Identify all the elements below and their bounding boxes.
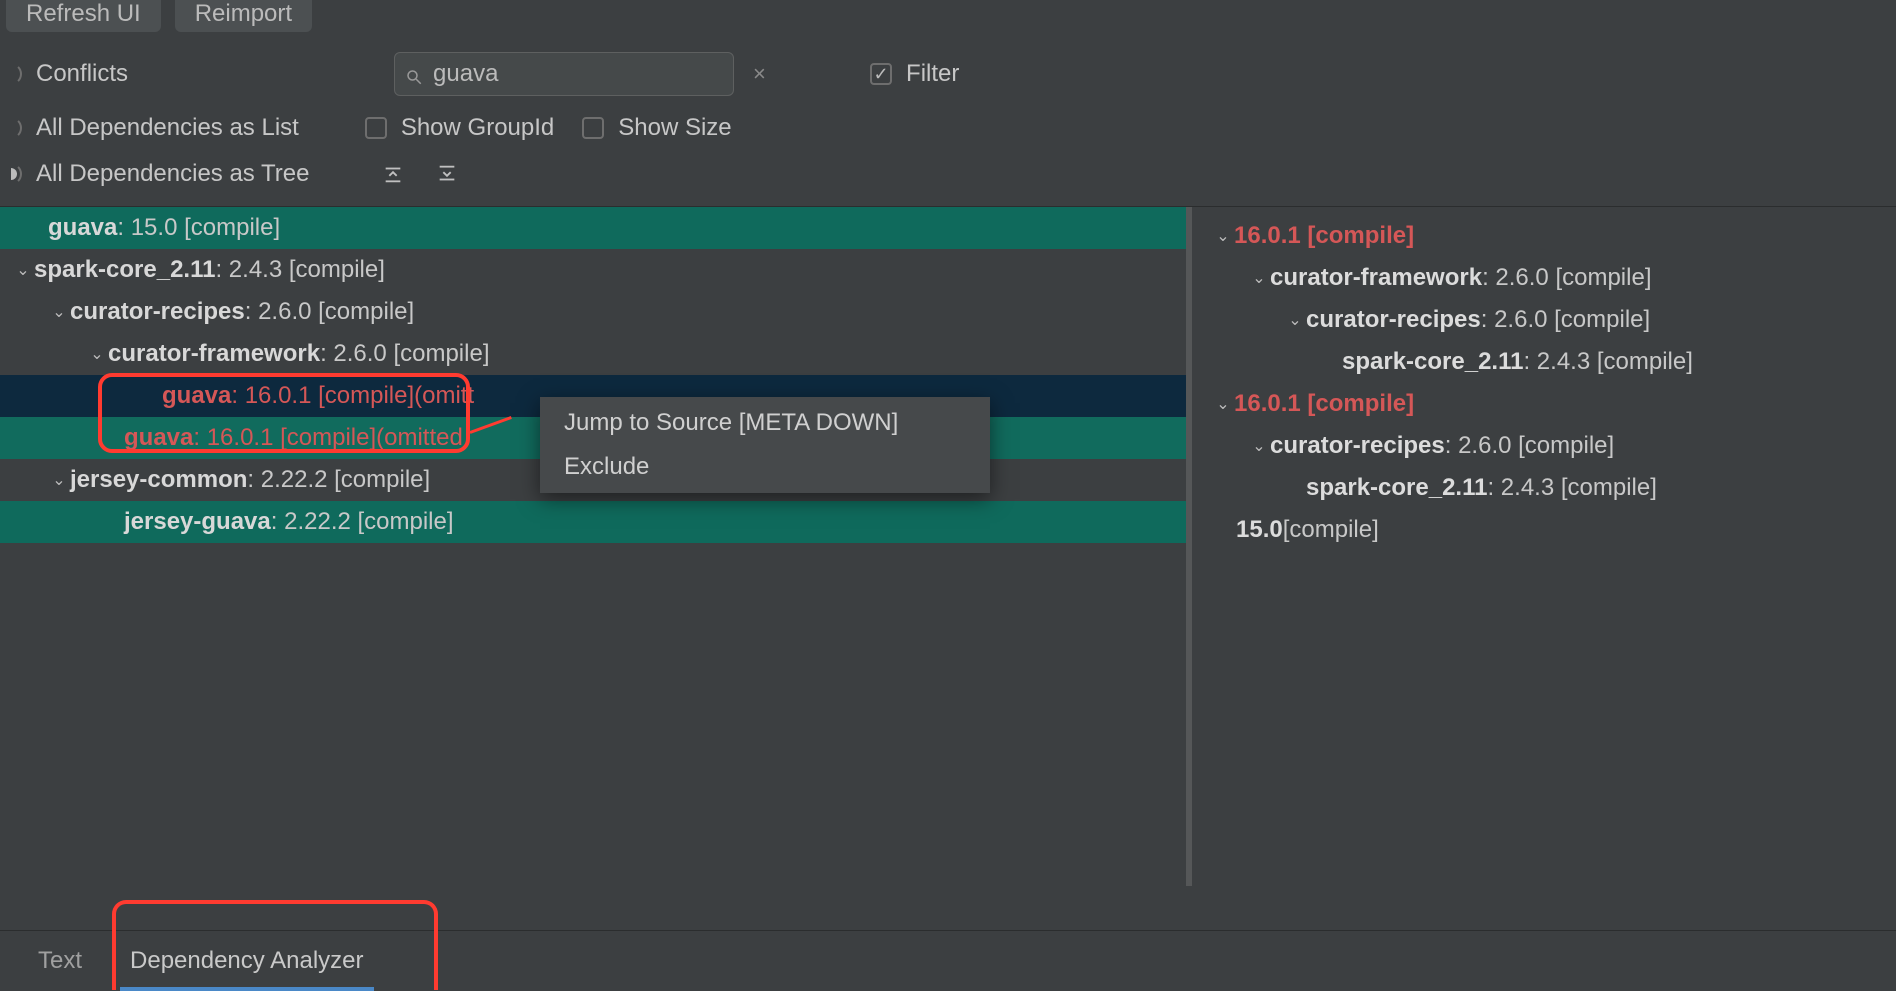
dep-meta: : 2.4.3 [compile]: [215, 256, 384, 284]
radio-icon: [0, 117, 22, 139]
dep-name: guava: [124, 424, 193, 452]
filter-checkbox[interactable]: ✓ Filter: [870, 60, 959, 88]
dep-meta: : 2.6.0 [compile]: [1481, 306, 1650, 334]
dep-meta: : 2.22.2 [compile]: [247, 466, 430, 494]
chevron-down-icon[interactable]: ⌄: [1248, 436, 1270, 456]
tree-row[interactable]: spark-core_2.11 : 2.4.3 [compile]: [1212, 341, 1896, 383]
show-size-label: Show Size: [618, 114, 731, 142]
tree-row[interactable]: ⌄ 16.0.1 [compile]: [1212, 215, 1896, 257]
reimport-button[interactable]: Reimport: [175, 0, 312, 32]
right-tree-pane: ⌄ 16.0.1 [compile] ⌄ curator-framework :…: [1192, 207, 1896, 886]
dep-meta: [compile]: [1283, 516, 1379, 544]
menu-jump-to-source[interactable]: Jump to Source [META DOWN]: [540, 401, 990, 445]
radio-conflicts[interactable]: Conflicts: [0, 60, 128, 88]
left-tree-pane: guava : 15.0 [compile] ⌄ spark-core_2.11…: [0, 207, 1186, 886]
tree-row-jersey-guava[interactable]: jersey-guava : 2.22.2 [compile]: [0, 501, 1186, 543]
tree-row-curator-framework[interactable]: ⌄ curator-framework : 2.6.0 [compile]: [0, 333, 1186, 375]
dep-meta: : 15.0 [compile]: [117, 214, 280, 242]
dep-name: curator-framework: [108, 340, 320, 368]
radio-conflicts-label: Conflicts: [36, 60, 128, 88]
dep-name: guava: [162, 382, 231, 410]
dep-note: (omitted: [376, 424, 463, 452]
dep-version: 15.0: [1236, 516, 1283, 544]
radio-icon: [0, 63, 22, 85]
search-icon: [405, 65, 423, 83]
dep-meta: : 2.6.0 [compile]: [1482, 264, 1651, 292]
tree-row[interactable]: spark-core_2.11 : 2.4.3 [compile]: [1212, 467, 1896, 509]
show-groupid-label: Show GroupId: [401, 114, 554, 142]
chevron-down-icon[interactable]: ⌄: [48, 302, 70, 322]
tree-row[interactable]: 15.0 [compile]: [1212, 509, 1896, 551]
tree-row[interactable]: ⌄ 16.0.1 [compile]: [1212, 383, 1896, 425]
dep-meta: : 2.4.3 [compile]: [1487, 474, 1656, 502]
dep-name: jersey-guava: [124, 508, 271, 536]
checkbox-icon: ✓: [870, 63, 892, 85]
tree-row-curator-recipes[interactable]: ⌄ curator-recipes : 2.6.0 [compile]: [0, 291, 1186, 333]
dep-name: jersey-common: [70, 466, 247, 494]
search-input[interactable]: [433, 60, 743, 88]
dep-name: spark-core_2.11: [1342, 348, 1523, 376]
filter-label: Filter: [906, 60, 959, 88]
dep-meta: : 2.6.0 [compile]: [245, 298, 414, 326]
filters-panel: Conflicts × ✓ Filter All Dependencies as…: [0, 44, 1896, 206]
dep-version: 16.0.1 [compile]: [1234, 222, 1414, 250]
radio-all-list[interactable]: All Dependencies as List: [0, 114, 299, 142]
dep-name: curator-framework: [1270, 264, 1482, 292]
dep-name: curator-recipes: [1306, 306, 1481, 334]
context-menu: Jump to Source [META DOWN] Exclude: [540, 397, 990, 493]
chevron-down-icon[interactable]: ⌄: [48, 470, 70, 490]
checkbox-icon: [582, 117, 604, 139]
dep-name: guava: [48, 214, 117, 242]
radio-icon: [0, 163, 22, 185]
dep-version: 16.0.1 [compile]: [1234, 390, 1414, 418]
tree-row[interactable]: ⌄ curator-recipes : 2.6.0 [compile]: [1212, 299, 1896, 341]
chevron-down-icon[interactable]: ⌄: [1212, 226, 1234, 246]
show-size-checkbox[interactable]: Show Size: [582, 114, 731, 142]
dep-name: spark-core_2.11: [34, 256, 215, 284]
dep-name: spark-core_2.11: [1306, 474, 1487, 502]
show-groupid-checkbox[interactable]: Show GroupId: [365, 114, 554, 142]
dep-meta: : 2.4.3 [compile]: [1523, 348, 1692, 376]
expand-all-icon[interactable]: [380, 161, 406, 187]
dep-meta: : 16.0.1 [compile]: [231, 382, 414, 410]
dep-note: (omitt: [414, 382, 474, 410]
dep-meta: : 2.22.2 [compile]: [271, 508, 454, 536]
tree-row-guava-15[interactable]: guava : 15.0 [compile]: [0, 207, 1186, 249]
checkbox-icon: [365, 117, 387, 139]
bottom-tabs: Text Dependency Analyzer: [0, 930, 1896, 990]
radio-all-tree[interactable]: All Dependencies as Tree: [0, 160, 310, 188]
chevron-down-icon[interactable]: ⌄: [1212, 394, 1234, 414]
chevron-down-icon[interactable]: ⌄: [86, 344, 108, 364]
collapse-all-icon[interactable]: [434, 161, 460, 187]
dep-meta: : 16.0.1 [compile]: [193, 424, 376, 452]
radio-all-tree-label: All Dependencies as Tree: [36, 160, 310, 188]
tree-row-spark-core[interactable]: ⌄ spark-core_2.11 : 2.4.3 [compile]: [0, 249, 1186, 291]
dep-meta: : 2.6.0 [compile]: [320, 340, 489, 368]
radio-all-list-label: All Dependencies as List: [36, 114, 299, 142]
chevron-down-icon[interactable]: ⌄: [1248, 268, 1270, 288]
refresh-ui-button[interactable]: Refresh UI: [6, 0, 161, 32]
tab-dependency-analyzer[interactable]: Dependency Analyzer: [124, 947, 369, 975]
tree-row[interactable]: ⌄ curator-recipes : 2.6.0 [compile]: [1212, 425, 1896, 467]
dep-name: curator-recipes: [1270, 432, 1445, 460]
menu-exclude[interactable]: Exclude: [540, 445, 990, 489]
main-split: guava : 15.0 [compile] ⌄ spark-core_2.11…: [0, 206, 1896, 886]
chevron-down-icon[interactable]: ⌄: [12, 260, 34, 280]
tree-row[interactable]: ⌄ curator-framework : 2.6.0 [compile]: [1212, 257, 1896, 299]
tab-text[interactable]: Text: [32, 947, 88, 975]
dep-name: curator-recipes: [70, 298, 245, 326]
dep-meta: : 2.6.0 [compile]: [1445, 432, 1614, 460]
chevron-down-icon[interactable]: ⌄: [1284, 310, 1306, 330]
clear-search-icon[interactable]: ×: [753, 61, 766, 87]
toolbar: Refresh UI Reimport: [0, 0, 1896, 44]
search-box[interactable]: ×: [394, 52, 734, 96]
